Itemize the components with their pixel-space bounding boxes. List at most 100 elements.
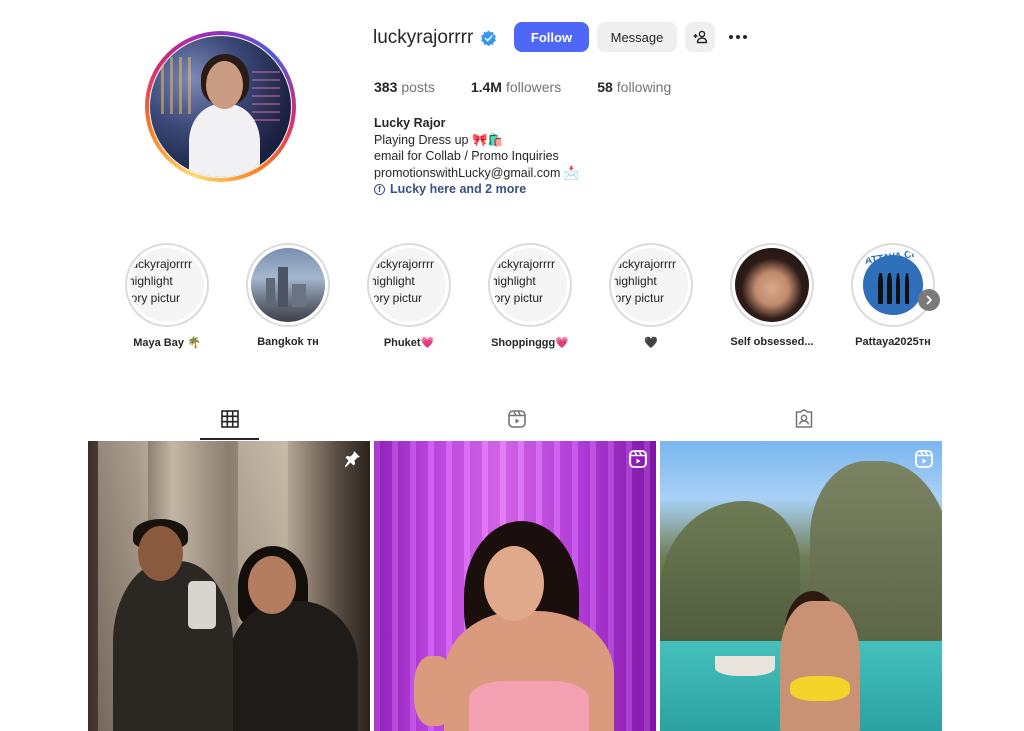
followers-count: 1.4M — [470, 79, 502, 95]
highlight-black-heart[interactable]: ıuckyrajorrrr highlight ʼory pictur 🖤 — [606, 243, 696, 349]
posts-label: posts — [401, 79, 435, 95]
highlight-label: Bangkok ᴛʜ — [257, 336, 319, 348]
placeholder-line: highlight — [372, 274, 415, 288]
placeholder-line: ıuckyrajorrrr — [130, 257, 193, 271]
profile-stats: 383 posts 1.4M followers 58 following — [374, 79, 707, 95]
highlight-bangkok[interactable]: Bangkok ᴛʜ — [243, 243, 333, 348]
cliff — [660, 501, 800, 651]
highlight-cover: PATTAYA CITY — [856, 248, 930, 322]
highlight-label: 🖤 — [644, 337, 658, 349]
highlight-ring: ıuckyrajorrrr highlight ʼory pictur — [125, 243, 209, 327]
chevron-right-icon — [926, 295, 932, 305]
placeholder-line: ıuckyrajorrrr — [614, 257, 677, 271]
grid-icon — [221, 410, 239, 428]
highlight-placeholder-text: ıuckyrajorrrr highlight ʼory pictur — [493, 256, 567, 307]
highlight-ring: ıuckyrajorrrr highlight ʼory pictur — [367, 243, 451, 327]
posts-stat: 383 posts — [374, 79, 435, 95]
placeholder-line: ʼory pictur — [372, 291, 423, 305]
placeholder-line: ıuckyrajorrrr — [372, 257, 435, 271]
follow-button[interactable]: Follow — [514, 22, 589, 52]
placeholder-line: highlight — [614, 274, 657, 288]
bio-line-3: promotionswithLucky@gmail.com 📩 — [374, 165, 580, 180]
bio-link-text: Lucky here and 2 more — [390, 182, 527, 197]
building — [277, 266, 288, 308]
pattaya-figure — [887, 273, 892, 305]
message-button[interactable]: Message — [597, 22, 677, 52]
highlight-placeholder-text: ıuckyrajorrrr highlight ʼory pictur — [614, 256, 688, 307]
following-count: 58 — [597, 79, 613, 95]
highlight-self-obsessed[interactable]: Self obsessed... — [727, 243, 817, 348]
profile-bio: Lucky Rajor Playing Dress up 🎀🛍️ email f… — [374, 115, 579, 198]
active-tab-indicator — [200, 438, 259, 440]
post-thumbnail[interactable] — [88, 441, 370, 731]
person-swimwear — [790, 676, 850, 701]
bio-line-2: email for Collab / Promo Inquiries — [374, 149, 559, 164]
person-face — [138, 526, 183, 581]
highlight-phuket[interactable]: ıuckyrajorrrr highlight ʼory pictur Phuk… — [364, 243, 454, 349]
pattaya-figure — [895, 273, 901, 305]
person-face — [248, 556, 296, 614]
boat — [715, 656, 775, 676]
highlight-label: Phuket💗 — [383, 337, 435, 349]
followers-stat[interactable]: 1.4M followers — [471, 79, 561, 95]
highlight-ring — [730, 243, 814, 327]
bio-line-1: Playing Dress up 🎀🛍️ — [374, 132, 504, 147]
placeholder-line: highlight — [130, 274, 173, 288]
profile-username: luckyrajorrrr — [373, 27, 474, 48]
more-dot — [743, 35, 747, 39]
add-person-icon — [693, 30, 708, 44]
pin-icon — [345, 451, 360, 468]
pattaya-figure — [878, 273, 883, 305]
tab-posts[interactable] — [219, 408, 241, 430]
bio-name: Lucky Rajor — [374, 116, 446, 130]
verified-badge-icon — [481, 30, 496, 47]
highlight-cover: ıuckyrajorrrr highlight ʼory pictur — [493, 248, 567, 322]
profile-avatar[interactable] — [145, 31, 296, 182]
highlight-ring — [246, 243, 330, 327]
tab-tagged[interactable] — [793, 408, 815, 430]
placeholder-line: ıuckyrajorrrr — [493, 257, 556, 271]
building — [292, 283, 306, 308]
placeholder-line: ʼory pictur — [493, 291, 544, 305]
placeholder-line: highlight — [493, 274, 536, 288]
post-thumbnail[interactable] — [660, 441, 942, 731]
more-dot — [729, 35, 733, 39]
building — [265, 277, 275, 308]
highlight-maya-bay[interactable]: ıuckyrajorrrr highlight ʼory pictur Maya… — [122, 243, 212, 349]
following-stat[interactable]: 58 following — [597, 79, 671, 95]
more-options-icon[interactable] — [726, 26, 750, 48]
tab-reels[interactable] — [506, 408, 528, 430]
highlight-ring: PATTAYA CITY — [851, 243, 935, 327]
highlight-cover: ıuckyrajorrrr highlight ʼory pictur — [614, 248, 688, 322]
posts-count: 383 — [374, 79, 398, 95]
reel-icon — [915, 450, 933, 468]
following-label: following — [616, 79, 672, 95]
highlight-label: Pattaya2025ᴛʜ — [855, 336, 931, 348]
avatar-photo — [150, 36, 291, 177]
suggested-accounts-button[interactable] — [685, 22, 715, 52]
highlights-next-button[interactable] — [918, 289, 940, 311]
facebook-icon: f — [374, 184, 385, 196]
avatar-bg-lights — [161, 57, 197, 114]
post-thumbnail[interactable] — [374, 441, 656, 731]
reels-icon — [508, 410, 526, 428]
followers-label: followers — [505, 79, 562, 95]
highlight-placeholder-text: ıuckyrajorrrr highlight ʼory pictur — [372, 256, 446, 307]
person-hand — [414, 656, 454, 726]
tagged-icon — [795, 409, 813, 428]
highlight-cover — [735, 248, 809, 322]
reel-icon — [629, 450, 647, 468]
highlight-label: Self obsessed... — [730, 336, 814, 348]
highlight-cover: ıuckyrajorrrr highlight ʼory pictur — [130, 248, 204, 322]
highlight-ring: ıuckyrajorrrr highlight ʼory pictur — [488, 243, 572, 327]
placeholder-line: ʼory pictur — [614, 291, 665, 305]
highlight-shopping[interactable]: ıuckyrajorrrr highlight ʼory pictur Shop… — [485, 243, 575, 349]
highlight-ring: ıuckyrajorrrr highlight ʼory pictur — [609, 243, 693, 327]
avatar-person — [189, 103, 260, 177]
more-dot — [736, 35, 740, 39]
highlight-placeholder-text: ıuckyrajorrrr highlight ʼory pictur — [130, 256, 204, 307]
placeholder-line: ʼory pictur — [130, 291, 181, 305]
highlight-label: Maya Bay 🌴 — [133, 337, 201, 349]
pattaya-figure — [904, 273, 910, 305]
bio-links[interactable]: f Lucky here and 2 more — [374, 181, 579, 198]
